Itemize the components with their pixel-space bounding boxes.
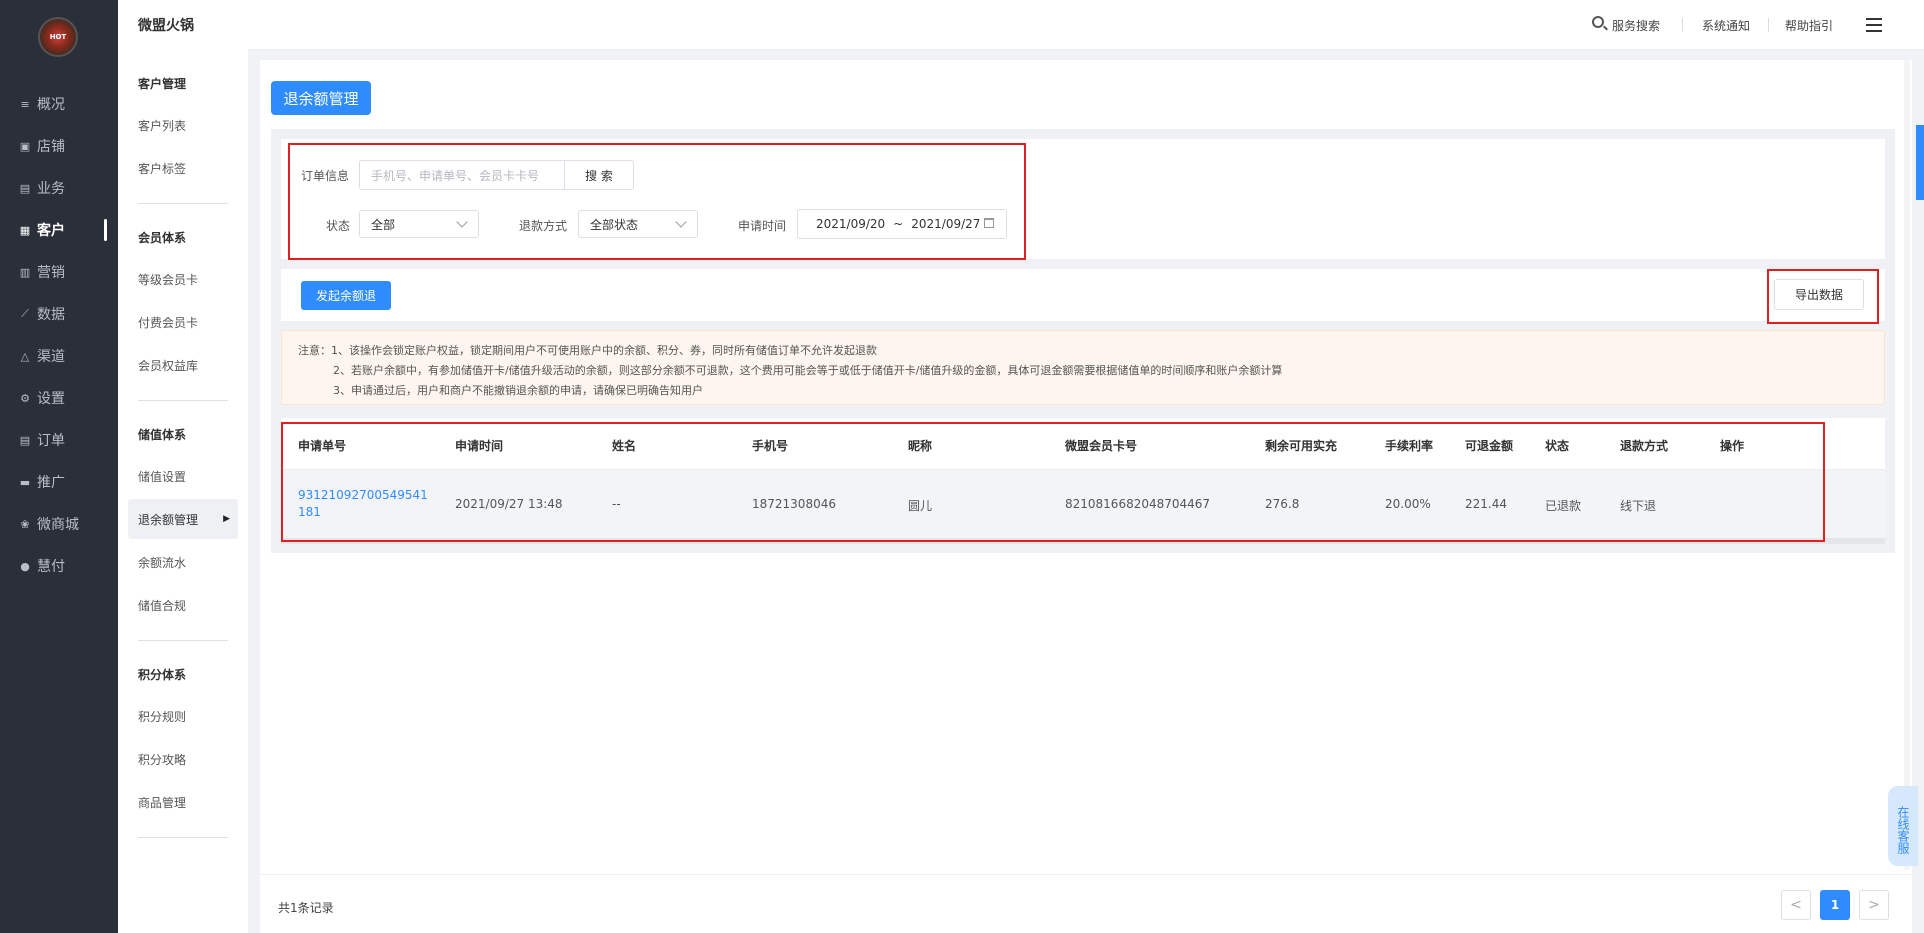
notifications-link[interactable]: 系统通知 xyxy=(1702,17,1750,34)
subnav-group-title: 会员体系 xyxy=(138,231,187,245)
subnav-item-points-rules[interactable]: 积分规则 xyxy=(128,696,238,736)
nav-item-label: 业务 xyxy=(37,181,65,197)
nav-item-mall[interactable]: ❀ 微商城 xyxy=(18,510,118,538)
nav-item-label: 推广 xyxy=(37,475,65,491)
subnav-divider xyxy=(138,837,228,838)
help-link[interactable]: 帮助指引 xyxy=(1785,17,1833,34)
nav-item-orders[interactable]: ▤ 订单 xyxy=(18,426,118,454)
subnav-item-stored-compliance[interactable]: 储值合规 xyxy=(128,585,238,625)
prev-page-button[interactable]: < xyxy=(1781,890,1811,920)
nav-active-indicator xyxy=(104,219,107,241)
subnav-group-title: 积分体系 xyxy=(138,668,187,682)
nav-item-promo[interactable]: ▬ 推广 xyxy=(18,468,118,496)
nav-item-label: 设置 xyxy=(37,391,65,407)
nav-item-label: 营销 xyxy=(37,265,65,281)
bar-chart-icon: ▥ xyxy=(19,265,31,279)
online-service-button[interactable]: 在线客服 xyxy=(1888,786,1918,866)
subnav-item-points-guide[interactable]: 积分攻略 xyxy=(128,739,238,779)
main-nav: HOT ≡ 概况 ▣ 店铺 ▤ 业务 ▦ 客户 ▥ 营销 ⟋ 数据 △ 渠道 ⚙ 设置 ▤ 订单 … xyxy=(0,0,118,933)
menu-icon[interactable] xyxy=(1866,18,1882,32)
line-chart-icon: ⟋ xyxy=(21,307,29,320)
annotation-highlight-table xyxy=(281,422,1825,542)
subnav-item-refund-balance[interactable]: 退余额管理 xyxy=(128,499,238,539)
logo-text: HOT xyxy=(49,33,67,41)
header-divider xyxy=(1682,18,1683,32)
briefcase-icon: ▤ xyxy=(19,181,31,195)
search-icon[interactable] xyxy=(1592,16,1604,28)
nav-item-overview[interactable]: ≡ 概况 xyxy=(18,90,118,118)
gear-icon: ⚙ xyxy=(20,391,30,405)
nav-item-label: 慧付 xyxy=(37,559,65,575)
subnav-divider xyxy=(138,203,228,204)
nav-item-store[interactable]: ▣ 店铺 xyxy=(18,132,118,160)
promo-icon: ▬ xyxy=(19,475,31,489)
nav-item-business[interactable]: ▤ 业务 xyxy=(18,174,118,202)
total-records: 共1条记录 xyxy=(278,901,334,915)
channel-icon: △ xyxy=(20,349,30,363)
nav-item-marketing[interactable]: ▥ 营销 xyxy=(18,258,118,286)
next-page-button[interactable]: > xyxy=(1859,890,1889,920)
vertical-scrollbar[interactable] xyxy=(1904,60,1910,870)
subnav-divider xyxy=(138,640,228,641)
action-bar xyxy=(281,269,1885,321)
nav-item-label: 微商城 xyxy=(37,517,79,533)
subnav-item-benefits[interactable]: 会员权益库 xyxy=(128,345,238,385)
notice-line-3: 3、申请通过后，用户和商户不能撤销退余额的申请，请确保已明确告知用户 xyxy=(333,384,703,397)
subnav-item-customer-list[interactable]: 客户列表 xyxy=(128,105,238,145)
nav-item-channel[interactable]: △ 渠道 xyxy=(18,342,118,370)
customer-icon: ▦ xyxy=(19,223,31,237)
subnav-group-title: 储值体系 xyxy=(138,428,187,442)
subnav-item-balance-flow[interactable]: 余额流水 xyxy=(128,542,238,582)
header-divider xyxy=(1768,18,1769,32)
nav-item-label: 订单 xyxy=(37,433,65,449)
subnav-item-paid-card[interactable]: 付费会员卡 xyxy=(128,302,238,342)
brand-name: 微盟火锅 xyxy=(138,18,194,34)
page-1-button[interactable]: 1 xyxy=(1820,890,1850,920)
subnav-item-level-card[interactable]: 等级会员卡 xyxy=(128,259,238,299)
nav-item-label: 店铺 xyxy=(37,139,65,155)
nav-item-label: 渠道 xyxy=(37,349,65,365)
brand-logo[interactable]: HOT xyxy=(38,17,78,57)
subnav-item-goods[interactable]: 商品管理 xyxy=(128,782,238,822)
page-title: 退余额管理 xyxy=(271,81,371,115)
subnav-group-title: 客户管理 xyxy=(138,77,187,91)
nav-item-label: 数据 xyxy=(37,307,65,323)
store-icon: ▣ xyxy=(19,139,31,153)
notice-line-1: 注意：1、该操作会锁定账户权益，锁定期间用户不可使用账户中的余额、积分、券，同时… xyxy=(298,344,877,357)
nav-item-customer[interactable]: ▦ 客户 xyxy=(18,216,118,244)
subnav-divider xyxy=(138,400,228,401)
subnav-item-stored-settings[interactable]: 储值设置 xyxy=(128,456,238,496)
nav-item-label: 客户 xyxy=(37,223,65,239)
nav-item-data[interactable]: ⟋ 数据 xyxy=(18,300,118,328)
annotation-highlight-filters xyxy=(288,143,1026,260)
top-header xyxy=(248,0,1924,50)
side-edge-tab[interactable] xyxy=(1916,125,1924,200)
mall-icon: ❀ xyxy=(20,517,30,531)
pay-icon: ● xyxy=(20,559,30,573)
service-search-link[interactable]: 服务搜索 xyxy=(1612,17,1660,34)
nav-item-label: 概况 xyxy=(37,97,65,113)
annotation-highlight-export xyxy=(1767,269,1879,324)
list-icon: ≡ xyxy=(20,97,30,111)
subnav-item-customer-tags[interactable]: 客户标签 xyxy=(128,148,238,188)
nav-item-pay[interactable]: ● 慧付 xyxy=(18,552,118,580)
nav-item-settings[interactable]: ⚙ 设置 xyxy=(18,384,118,412)
order-icon: ▤ xyxy=(19,433,31,447)
pagination-bar xyxy=(260,874,1912,933)
notice-line-2: 2、若账户余额中，有参加储值开卡/储值升级活动的余额，则这部分余额不可退款，这个… xyxy=(333,364,1283,377)
initiate-refund-button[interactable]: 发起余额退 xyxy=(301,281,391,310)
